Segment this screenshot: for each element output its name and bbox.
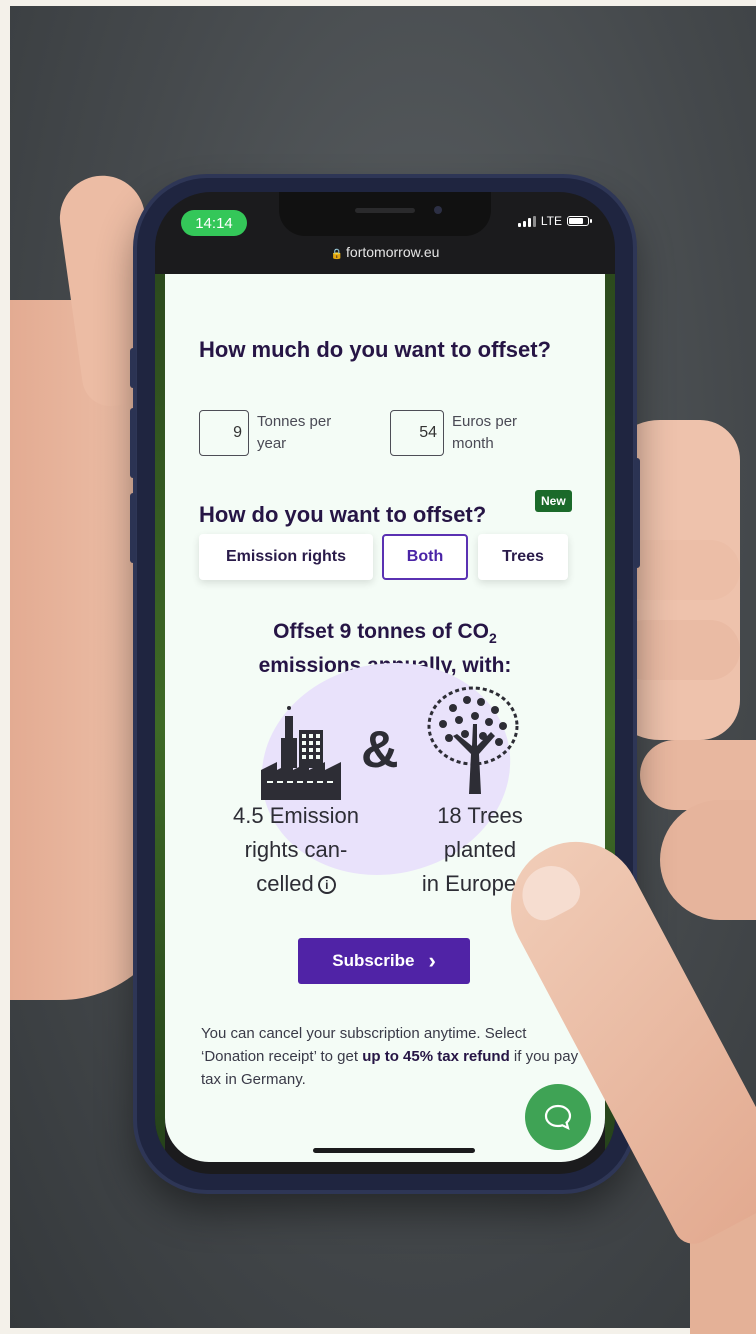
method-heading: How do you want to offset? bbox=[199, 502, 487, 527]
offset-title-line1: Offset 9 tonnes of CO bbox=[273, 620, 490, 643]
chevron-right-icon: › bbox=[428, 948, 436, 973]
network-label: LTE bbox=[540, 214, 562, 228]
web-page: How much do you want to offset? 9 Tonnes… bbox=[165, 274, 605, 1162]
chat-icon bbox=[544, 1104, 572, 1131]
emission-stat: 4.5 Emission rights can- celled i bbox=[221, 799, 371, 901]
home-indicator bbox=[313, 1148, 475, 1153]
phone-side-button bbox=[130, 348, 136, 388]
co2-subscript: 2 bbox=[489, 630, 497, 647]
factory-icon bbox=[261, 706, 341, 800]
phone-volume-down bbox=[130, 493, 136, 563]
subscribe-button[interactable]: Subscribe › bbox=[298, 938, 470, 984]
battery-icon bbox=[567, 216, 592, 226]
background-greenery bbox=[155, 274, 165, 1174]
tree-icon bbox=[427, 686, 519, 794]
phone-volume-up bbox=[130, 408, 136, 478]
trees-stat-line: 18 Trees bbox=[437, 803, 523, 828]
info-icon[interactable]: i bbox=[317, 876, 336, 895]
status-indicators: LTE bbox=[517, 214, 592, 228]
ampersand: & bbox=[361, 721, 399, 779]
emission-stat-text: celled bbox=[256, 871, 314, 896]
status-time: 14:14 bbox=[181, 210, 247, 236]
fingernail bbox=[512, 855, 587, 928]
subscription-note: You can cancel your subscription anytime… bbox=[201, 1022, 581, 1091]
option-both[interactable]: Both bbox=[382, 534, 468, 580]
right-finger bbox=[615, 620, 740, 680]
euros-input[interactable]: 54 bbox=[390, 410, 444, 456]
notch bbox=[279, 192, 491, 236]
option-trees[interactable]: Trees bbox=[478, 534, 568, 580]
tonnes-label: Tonnes per year bbox=[257, 413, 332, 452]
speaker bbox=[355, 208, 415, 213]
tonnes-field: 9 Tonnes per year bbox=[199, 410, 347, 456]
address-bar[interactable]: 🔒 fortomorrow.eu bbox=[155, 244, 615, 260]
signal-icon bbox=[517, 215, 536, 227]
new-badge: New bbox=[535, 490, 572, 512]
url-text: fortomorrow.eu bbox=[346, 244, 440, 260]
phone: 14:14 LTE 🔒 fortomorrow.eu How much do yo… bbox=[130, 178, 640, 1190]
front-camera bbox=[434, 206, 442, 214]
tonnes-input[interactable]: 9 bbox=[199, 410, 249, 456]
emission-stat-line: celled i bbox=[221, 867, 371, 901]
note-bold: up to 45% tax refund bbox=[362, 1048, 510, 1065]
trees-stat-text: in Europe bbox=[421, 871, 517, 896]
euros-label: Euros per month bbox=[452, 413, 518, 452]
subscribe-label: Subscribe bbox=[332, 951, 415, 970]
euros-field: 54 Euros per month bbox=[390, 410, 542, 456]
amount-heading: How much do you want to offset? bbox=[199, 337, 551, 362]
phone-power-button bbox=[634, 458, 640, 568]
emission-stat-line: 4.5 Emission bbox=[233, 803, 359, 828]
emission-stat-line: rights can- bbox=[244, 837, 348, 862]
lock-icon: 🔒 bbox=[330, 249, 344, 260]
phone-display: 14:14 LTE 🔒 fortomorrow.eu How much do yo… bbox=[155, 192, 615, 1174]
option-emission-rights[interactable]: Emission rights bbox=[199, 534, 373, 580]
chat-button[interactable] bbox=[525, 1084, 591, 1150]
